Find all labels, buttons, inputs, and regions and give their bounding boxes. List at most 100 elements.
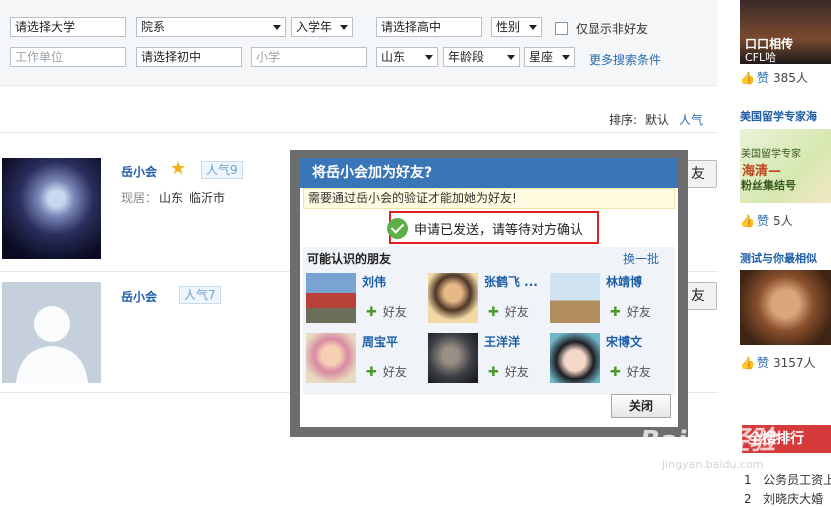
friend-avatar[interactable] [550, 273, 600, 323]
plus-icon: ✚ [366, 305, 377, 320]
add-friend-link[interactable]: ✚ 好友 [610, 303, 651, 320]
likes-row: 👍 赞 5人 [740, 212, 793, 229]
popularity-badge: 人气7 [179, 286, 221, 304]
friend-name[interactable]: 王洋洋 [484, 333, 520, 350]
employer-input[interactable]: 工作单位 [10, 47, 126, 67]
success-check-icon [387, 218, 408, 239]
add-friend-label: 好友 [382, 305, 407, 319]
request-sent-message: 申请已发送，请等待对方确认 [387, 211, 599, 244]
like-label[interactable]: 赞 [757, 71, 769, 85]
sort-popularity[interactable]: 人气 [679, 111, 703, 128]
chevron-down-icon [507, 55, 515, 60]
ranking-item[interactable]: 1 公务员工资上 [744, 471, 831, 488]
like-label[interactable]: 赞 [757, 356, 769, 370]
plus-icon: ✚ [366, 365, 377, 380]
add-friend-dialog: 将岳小会加为好友? 需要通过岳小会的验证才能加她为好友! 申请已发送，请等待对方… [300, 158, 678, 427]
baidu-watermark: Baidu经验 [640, 426, 776, 456]
add-friend-label: 好友 [504, 365, 529, 379]
add-friend-link[interactable]: ✚ 好友 [366, 363, 407, 380]
add-friend-link[interactable]: ✚ 好友 [488, 303, 529, 320]
add-friend-label: 好友 [504, 305, 529, 319]
middle-school-select[interactable]: 请选择初中 [136, 47, 242, 67]
age-group-select[interactable]: 年龄段 [443, 47, 520, 67]
promo-image[interactable]: 口口相传 CFL哈 [740, 0, 831, 64]
like-label[interactable]: 赞 [757, 214, 769, 228]
add-friend-link[interactable]: ✚ 好友 [366, 303, 407, 320]
thumbs-up-icon[interactable]: 👍 [740, 71, 755, 85]
likes-row: 👍 赞 385人 [740, 69, 808, 86]
avatar[interactable] [2, 282, 101, 383]
verification-note: 需要通过岳小会的验证才能加她为好友! [303, 188, 675, 209]
add-friend-label: 好友 [626, 365, 651, 379]
search-filter-bar: 请选择大学 院系 入学年 请选择高中 性别 仅显示非好友 工作单位 请选择初中 … [0, 0, 718, 86]
primary-school-input[interactable]: 小学 [251, 47, 367, 67]
friend-avatar[interactable] [306, 273, 356, 323]
chevron-down-icon [340, 25, 348, 30]
province-select[interactable]: 山东 [376, 47, 438, 67]
suggested-friends-panel: 可能认识的朋友 换一批 刘伟 ✚ 好友 张鹤飞 ... ✚ 好友 林靖博 ✚ 好友 周… [303, 247, 675, 395]
result-name[interactable]: 岳小会 [121, 163, 157, 180]
rank-text: 公务员工资上 [763, 473, 831, 487]
department-select[interactable]: 院系 [136, 17, 286, 37]
avatar[interactable] [2, 158, 101, 259]
rank-text: 刘晓庆大婚 [763, 492, 824, 506]
add-friend-link[interactable]: ✚ 好友 [610, 363, 651, 380]
plus-icon: ✚ [610, 365, 621, 380]
add-friend-link[interactable]: ✚ 好友 [488, 363, 529, 380]
promo-caption-2: CFL哈 [745, 51, 777, 64]
promo-title[interactable]: 测试与你最相似 [740, 250, 817, 266]
dialog-title: 将岳小会加为好友? [300, 158, 678, 188]
zodiac-label: 星座 [529, 50, 554, 64]
add-friend-label: 好友 [626, 305, 651, 319]
suggest-title: 可能认识的朋友 [307, 252, 392, 266]
promo-image-text-1: 美国留学专家 [741, 149, 801, 160]
friend-avatar[interactable] [550, 333, 600, 383]
chevron-down-icon [529, 25, 537, 30]
default-avatar-icon [16, 306, 88, 383]
watermark-url: jingyan.baidu.com [662, 458, 764, 471]
swap-batch-link[interactable]: 换一批 [623, 250, 659, 267]
zodiac-select[interactable]: 星座 [524, 47, 575, 67]
close-button[interactable]: 关闭 [611, 394, 671, 418]
residence-label: 现居： [121, 191, 158, 205]
chevron-down-icon [425, 55, 433, 60]
plus-icon: ✚ [488, 365, 499, 380]
friend-avatar[interactable] [306, 333, 356, 383]
promo-image[interactable] [740, 270, 831, 345]
friend-avatar[interactable] [428, 273, 478, 323]
thumbs-up-icon[interactable]: 👍 [740, 214, 755, 228]
friend-avatar[interactable] [428, 333, 478, 383]
promo-title[interactable]: 美国留学专家海 [740, 108, 817, 124]
promo-image-text-3: 粉丝集结号 [741, 179, 796, 192]
friend-name[interactable]: 周宝平 [362, 333, 398, 350]
chevron-down-icon [273, 25, 281, 30]
province-label: 山东 [381, 50, 406, 64]
divider [0, 132, 718, 133]
enroll-year-label: 入学年 [296, 20, 333, 34]
gender-select[interactable]: 性别 [491, 17, 542, 37]
high-school-select[interactable]: 请选择高中 [376, 17, 482, 37]
university-select[interactable]: 请选择大学 [10, 17, 126, 37]
plus-icon: ✚ [610, 305, 621, 320]
sort-label: 排序: [609, 113, 638, 127]
sort-default[interactable]: 默认 [645, 111, 669, 128]
thumbs-up-icon[interactable]: 👍 [740, 356, 755, 370]
residence-city: 临沂市 [189, 191, 226, 205]
promo-image[interactable]: 美国留学专家 海清— 粉丝集结号 [740, 129, 831, 203]
add-friend-label: 好友 [382, 365, 407, 379]
gender-label: 性别 [496, 20, 521, 34]
plus-icon: ✚ [488, 305, 499, 320]
friend-name[interactable]: 林靖博 [606, 273, 642, 290]
non-friend-only-checkbox[interactable] [555, 22, 568, 35]
star-icon: ★ [170, 158, 187, 179]
like-count: 3157人 [772, 356, 816, 370]
friend-name[interactable]: 刘伟 [362, 273, 386, 290]
more-conditions-link[interactable]: 更多搜索条件 [589, 51, 661, 68]
sent-message-text: 申请已发送，请等待对方确认 [414, 223, 584, 238]
residence-province: 山东 [159, 191, 184, 205]
result-name[interactable]: 岳小会 [121, 288, 157, 305]
friend-name[interactable]: 宋博文 [606, 333, 642, 350]
enroll-year-select[interactable]: 入学年 [291, 17, 353, 37]
non-friend-only-label: 仅显示非好友 [576, 22, 649, 36]
friend-name[interactable]: 张鹤飞 ... [484, 273, 538, 290]
